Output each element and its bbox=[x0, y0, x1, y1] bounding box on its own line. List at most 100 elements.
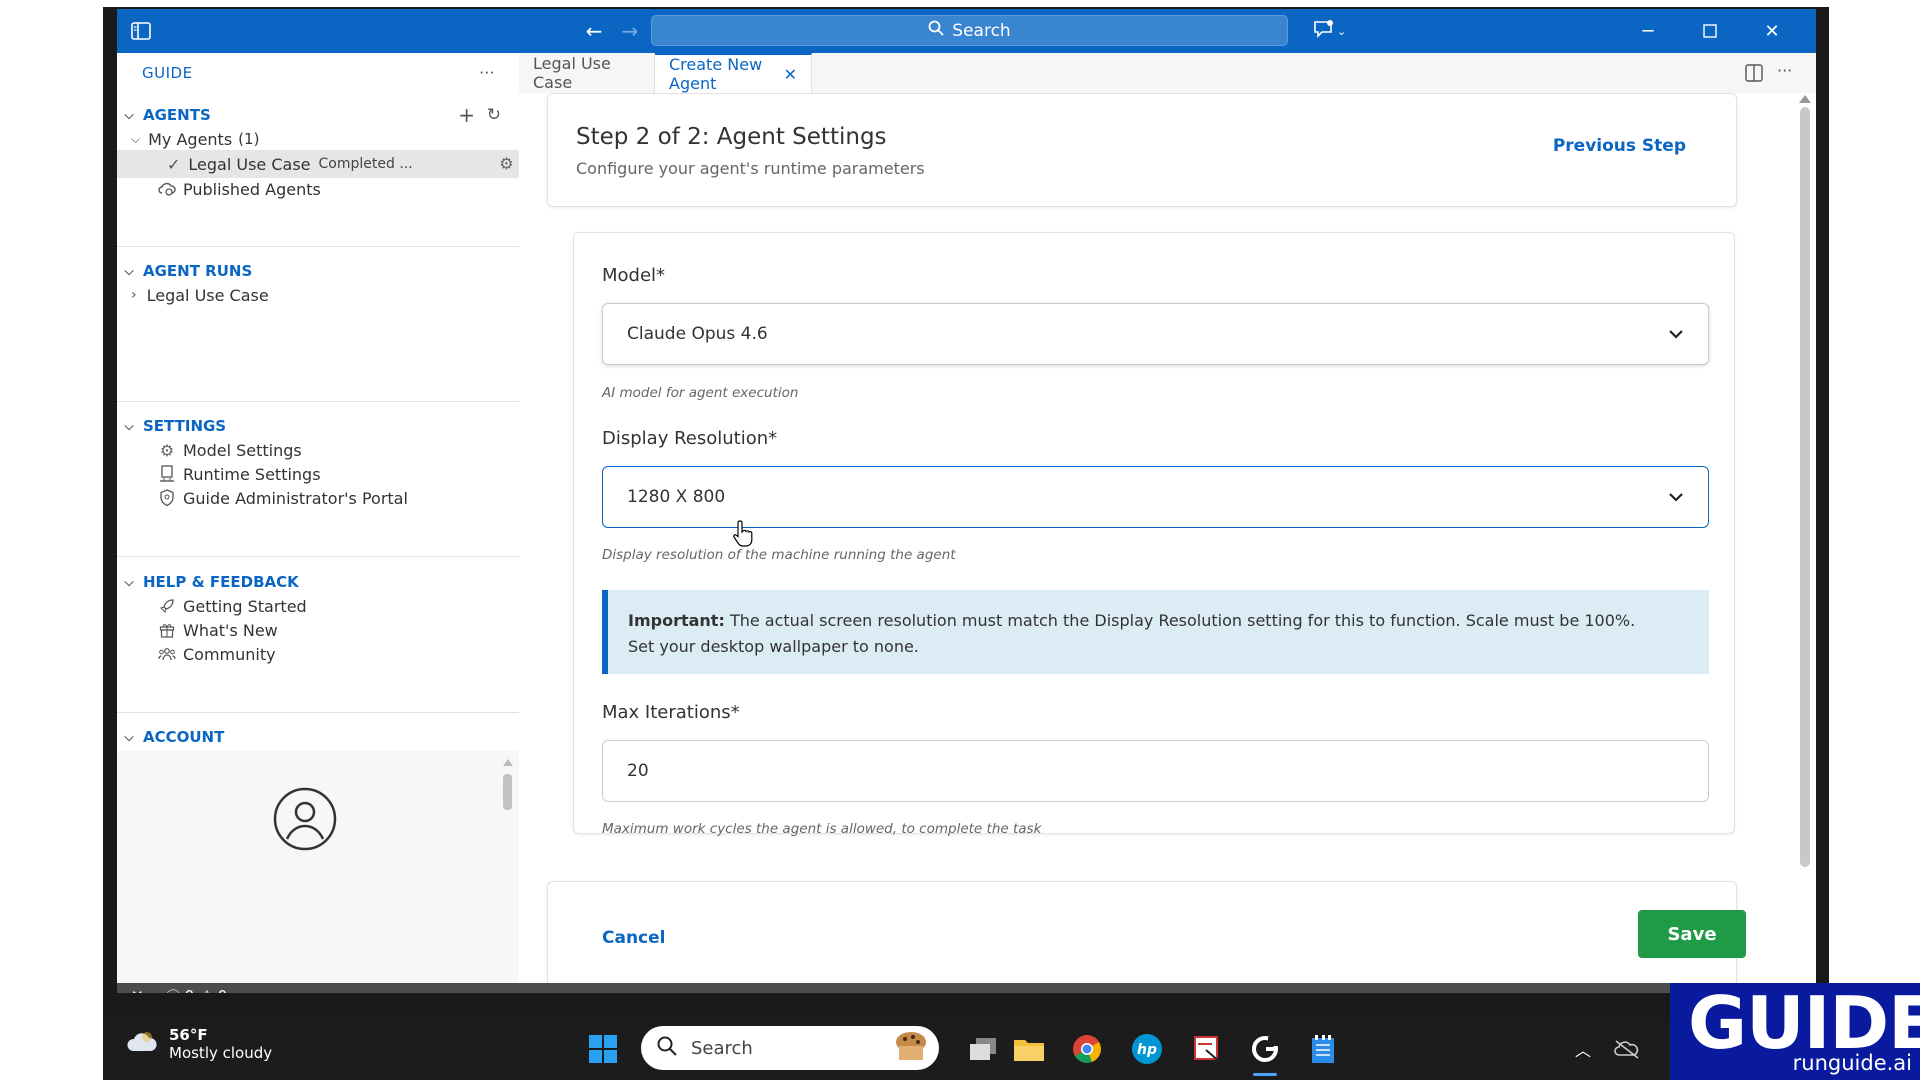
more-actions-icon[interactable]: ··· bbox=[1777, 61, 1792, 80]
section-account[interactable]: ⌵ ACCOUNT bbox=[117, 723, 519, 751]
chevron-down-icon: ⌄ bbox=[1337, 24, 1347, 38]
section-title: HELP & FEEDBACK bbox=[143, 573, 299, 591]
close-tab-icon[interactable]: ✕ bbox=[784, 65, 797, 84]
agent-status: Completed ... bbox=[318, 156, 413, 172]
cancel-button[interactable]: Cancel bbox=[602, 928, 665, 948]
title-bar: ← → Search ⌄ ─ ✕ bbox=[117, 9, 1816, 53]
published-agents-item[interactable]: Published Agents bbox=[117, 175, 519, 203]
snipping-tool-icon[interactable] bbox=[1187, 1029, 1227, 1069]
split-editor-icon[interactable] bbox=[1744, 63, 1764, 87]
status-bar: ✕ ⓧ 0 ⚠ 0 bbox=[117, 983, 1816, 993]
windows-start-icon[interactable] bbox=[583, 1029, 623, 1069]
more-options-icon[interactable]: ··· bbox=[479, 64, 495, 82]
tab-create-new-agent[interactable]: Create New Agent ✕ bbox=[655, 53, 812, 93]
iterations-label: Max Iterations* bbox=[602, 702, 740, 723]
error-icon: ⓧ bbox=[166, 986, 181, 994]
chevron-down-icon bbox=[1668, 487, 1684, 507]
sidebar-header: GUIDE ··· bbox=[117, 53, 519, 93]
guide-app-icon[interactable] bbox=[1245, 1029, 1285, 1076]
notepad-icon[interactable] bbox=[1303, 1029, 1343, 1069]
taskbar-search[interactable]: Search bbox=[641, 1026, 939, 1070]
my-agents-count: (1) bbox=[238, 130, 260, 148]
agent-item-legal-use-case[interactable]: ✓ Legal Use Case Completed ... ⚙ ✎ bbox=[117, 150, 519, 178]
rocket-icon bbox=[157, 596, 177, 616]
svg-text:hp: hp bbox=[1137, 1042, 1157, 1058]
section-title: AGENT RUNS bbox=[143, 262, 253, 280]
chrome-icon[interactable] bbox=[1067, 1029, 1107, 1069]
check-icon: ✓ bbox=[167, 154, 181, 174]
windows-taskbar: 56°F Mostly cloudy Search hp ︿ bbox=[103, 1018, 1829, 1080]
tab-label: Create New Agent bbox=[669, 55, 763, 93]
guide-brand-logo: GUIDE runguide.ai bbox=[1670, 983, 1920, 1080]
avatar-icon[interactable] bbox=[273, 787, 337, 855]
remote-icon[interactable]: ✕ bbox=[131, 987, 144, 993]
page-subtitle: Configure your agent's runtime parameter… bbox=[576, 159, 925, 178]
help-item-community[interactable]: Community bbox=[117, 640, 519, 668]
tab-bar: Legal Use Case Create New Agent ✕ ··· bbox=[519, 53, 1816, 94]
maximize-button[interactable] bbox=[1679, 9, 1741, 53]
add-icon[interactable]: + bbox=[458, 103, 475, 127]
sidebar-scrollbar[interactable] bbox=[503, 759, 513, 819]
iterations-value: 20 bbox=[627, 761, 649, 781]
model-select[interactable]: Claude Opus 4.6 bbox=[602, 303, 1709, 365]
chevron-down-icon: ⌵ bbox=[124, 574, 134, 589]
resolution-hint: Display resolution of the machine runnin… bbox=[602, 547, 956, 563]
app-window: ← → Search ⌄ ─ ✕ GUIDE ··· ⌵ AGENTS + ↻ … bbox=[117, 9, 1816, 993]
form-footer-card: Cancel Save bbox=[547, 881, 1746, 983]
onedrive-offline-icon[interactable] bbox=[1607, 1029, 1647, 1069]
tab-legal-use-case[interactable]: Legal Use Case bbox=[519, 53, 655, 93]
gift-icon bbox=[157, 620, 177, 640]
help-label: What's New bbox=[183, 620, 278, 640]
back-arrow-icon[interactable]: ← bbox=[577, 17, 611, 45]
main-scrollbar[interactable] bbox=[1798, 93, 1812, 983]
chevron-down-icon: ⌵ bbox=[124, 729, 134, 744]
iterations-hint: Maximum work cycles the agent is allowed… bbox=[602, 821, 1042, 837]
cloud-publish-icon bbox=[157, 179, 177, 199]
chevron-up-icon[interactable]: ︿ bbox=[1563, 1029, 1603, 1069]
important-line-1: Important: The actual screen resolution … bbox=[628, 608, 1689, 634]
resolution-value: 1280 X 800 bbox=[627, 487, 726, 507]
chat-dropdown[interactable]: ⌄ bbox=[1313, 17, 1363, 45]
tree-my-agents[interactable]: ⌵ My Agents (1) bbox=[117, 125, 519, 153]
settings-label: Runtime Settings bbox=[183, 464, 321, 484]
minimize-button[interactable]: ─ bbox=[1617, 9, 1679, 53]
run-item-legal-use-case[interactable]: › Legal Use Case bbox=[117, 281, 519, 309]
search-icon bbox=[657, 1036, 677, 1061]
gear-icon[interactable]: ⚙ bbox=[499, 154, 513, 174]
search-icon bbox=[928, 20, 944, 41]
close-window-button[interactable]: ✕ bbox=[1741, 9, 1803, 53]
community-icon bbox=[157, 644, 177, 664]
chat-icon bbox=[1313, 19, 1335, 43]
scrollbar-thumb[interactable] bbox=[1800, 107, 1810, 867]
section-title: SETTINGS bbox=[143, 417, 227, 435]
important-line-2: Set your desktop wallpaper to none. bbox=[628, 637, 919, 656]
help-label: Community bbox=[183, 644, 276, 664]
model-value: Claude Opus 4.6 bbox=[627, 324, 768, 344]
save-button[interactable]: Save bbox=[1638, 910, 1746, 958]
task-view-icon[interactable] bbox=[963, 1029, 1003, 1069]
forward-arrow-icon[interactable]: → bbox=[613, 17, 647, 45]
file-explorer-icon[interactable] bbox=[1009, 1029, 1049, 1069]
chevron-down-icon: ⌵ bbox=[124, 263, 134, 278]
warning-count[interactable]: 0 bbox=[218, 987, 228, 993]
refresh-icon[interactable]: ↻ bbox=[487, 105, 501, 125]
sidebar-toggle-icon[interactable] bbox=[129, 19, 153, 43]
chevron-down-icon: ⌵ bbox=[124, 418, 134, 433]
help-label: Getting Started bbox=[183, 596, 307, 616]
run-label: Legal Use Case bbox=[146, 285, 269, 305]
settings-item-admin-portal[interactable]: Guide Administrator's Portal bbox=[117, 484, 519, 512]
resolution-label: Display Resolution* bbox=[602, 428, 778, 449]
logo-text: GUIDE bbox=[1688, 981, 1920, 1065]
step-header-card: Step 2 of 2: Agent Settings Configure yo… bbox=[547, 93, 1737, 207]
section-title: AGENTS bbox=[143, 106, 211, 124]
hp-icon[interactable]: hp bbox=[1127, 1029, 1167, 1069]
weather-widget[interactable]: 56°F Mostly cloudy bbox=[125, 1026, 272, 1062]
previous-step-link[interactable]: Previous Step bbox=[1553, 136, 1686, 156]
cloudy-weather-icon bbox=[125, 1029, 159, 1059]
iterations-input[interactable]: 20 bbox=[602, 740, 1709, 802]
error-count[interactable]: 0 bbox=[185, 987, 195, 993]
shield-icon bbox=[157, 488, 177, 508]
resolution-select[interactable]: 1280 X 800 bbox=[602, 466, 1709, 528]
command-search-bar[interactable]: Search bbox=[651, 15, 1288, 46]
divider bbox=[117, 246, 519, 247]
